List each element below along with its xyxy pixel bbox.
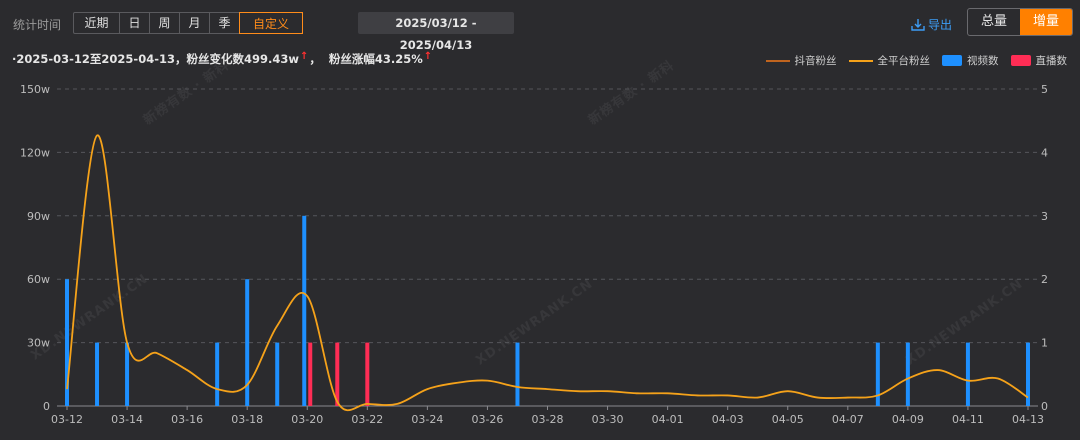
x-tick-label: 03-16 <box>171 413 203 426</box>
summary-text: ·2025-03-12至2025-04-13，粉丝变化数499.43w↑， 粉丝涨… <box>12 51 433 66</box>
export-label: 导出 <box>928 18 953 32</box>
period-selector: 近期 日 周 月 季 自定义 <box>73 12 303 34</box>
x-tick-label: 03-22 <box>351 413 383 426</box>
x-tick-label: 03-12 <box>51 413 83 426</box>
x-tick-label: 03-26 <box>471 413 503 426</box>
increment-toggle-button[interactable]: 增量 <box>1020 9 1072 35</box>
video-count-bar <box>302 215 307 406</box>
video-count-bar <box>515 342 520 406</box>
all-platform-fans-line <box>66 134 1029 412</box>
y-left-tick-label: 30w <box>27 337 50 350</box>
video-count-bar <box>965 342 970 406</box>
x-tick-label: 04-01 <box>652 413 684 426</box>
metric-toggle: 总量 增量 <box>967 8 1073 36</box>
y-left-tick-label: 120w <box>20 146 50 159</box>
period-day-button[interactable]: 日 <box>120 13 150 33</box>
legend-label: 直播数 <box>1035 55 1068 67</box>
x-tick-label: 04-03 <box>712 413 744 426</box>
fans-chart: 0 0 30w 1 60w 2 90w 3 120w 4 150w 5 03-12 03-14 03-16 0… <box>20 83 1048 426</box>
y-right-tick-label: 2 <box>1041 273 1048 286</box>
x-tick-label: 04-13 <box>1012 413 1044 426</box>
period-custom-button[interactable]: 自定义 <box>239 12 303 34</box>
period-month-button[interactable]: 月 <box>180 13 210 33</box>
summary-growth: 粉丝涨幅43.25% <box>328 52 423 66</box>
x-tick-label: 03-24 <box>411 413 443 426</box>
export-button[interactable]: 导出 <box>911 16 952 33</box>
y-right-tick-label: 0 <box>1041 400 1048 413</box>
period-label: 统计时间 <box>13 18 62 32</box>
period-recent-button[interactable]: 近期 <box>74 13 120 33</box>
y-right-tick-label: 4 <box>1041 146 1048 159</box>
legend-video-count[interactable]: 视频数 <box>942 53 999 68</box>
period-quarter-button[interactable]: 季 <box>210 13 240 33</box>
period-week-button[interactable]: 周 <box>150 13 180 33</box>
total-toggle-button[interactable]: 总量 <box>968 9 1020 35</box>
video-count-bar <box>125 342 130 406</box>
x-tick-label: 03-14 <box>111 413 143 426</box>
x-tick-label: 04-11 <box>952 413 984 426</box>
up-arrow-icon: ↑ <box>300 51 309 62</box>
legend-label: 全平台粉丝 <box>877 55 931 67</box>
x-tick-label: 04-07 <box>832 413 864 426</box>
live-count-bar <box>365 342 370 406</box>
y-left-tick-label: 0 <box>43 400 50 413</box>
live-count-bar <box>308 342 313 406</box>
y-left-tick-label: 150w <box>20 83 50 96</box>
legend-all-platform-fans[interactable]: 全平台粉丝 <box>848 53 931 68</box>
toolbar: 统计时间 近期 日 周 月 季 自定义 2025/03/12 - 2025/04… <box>0 8 1080 52</box>
legend-douyin-fans[interactable]: 抖音粉丝 <box>765 53 837 68</box>
chart-legend: 抖音粉丝 全平台粉丝 视频数 直播数 <box>754 53 1068 68</box>
legend-live-count[interactable]: 直播数 <box>1010 53 1068 68</box>
x-tick-label: 03-30 <box>592 413 624 426</box>
video-count-bar <box>905 342 910 406</box>
x-tick-label: 03-18 <box>231 413 263 426</box>
legend-line-swatch <box>848 59 873 62</box>
y-left-tick-label: 90w <box>27 210 50 223</box>
legend-label: 视频数 <box>967 55 999 67</box>
video-count-bar <box>275 342 280 406</box>
legend-box-swatch <box>1010 55 1031 66</box>
download-icon <box>911 19 925 31</box>
up-arrow-icon: ↑ <box>423 51 433 62</box>
date-range-picker[interactable]: 2025/03/12 - 2025/04/13 <box>358 12 514 52</box>
legend-box-swatch <box>942 55 962 66</box>
x-tick-label: 04-05 <box>772 413 804 426</box>
y-right-tick-label: 3 <box>1041 210 1048 223</box>
legend-label: 抖音粉丝 <box>794 55 837 67</box>
x-tick-label: 03-20 <box>291 413 323 426</box>
y-right-tick-label: 5 <box>1041 83 1048 96</box>
x-tick-label: 03-28 <box>532 413 564 426</box>
video-count-bar <box>95 342 100 406</box>
y-right-tick-label: 1 <box>1041 337 1048 350</box>
y-left-tick-label: 60w <box>27 273 50 286</box>
video-count-bar <box>215 342 220 406</box>
summary-change: ·2025-03-12至2025-04-13，粉丝变化数499.43w <box>12 52 299 66</box>
x-tick-label: 04-09 <box>892 413 924 426</box>
legend-line-swatch <box>765 59 790 62</box>
